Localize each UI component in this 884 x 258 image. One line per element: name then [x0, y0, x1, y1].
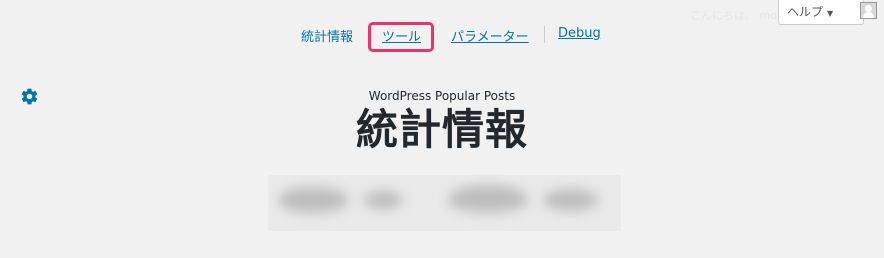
- help-button[interactable]: ヘルプ ▼: [778, 0, 864, 25]
- plugin-name: WordPress Popular Posts: [368, 89, 516, 103]
- blur-blob: [543, 189, 598, 211]
- help-label: ヘルプ: [787, 5, 824, 19]
- tab-debug[interactable]: Debug: [558, 26, 601, 41]
- blur-blob: [278, 187, 348, 213]
- blur-blob: [448, 185, 528, 213]
- tab-divider: [544, 26, 545, 43]
- blur-blob: [363, 191, 403, 209]
- tab-stats[interactable]: 統計情報: [301, 26, 353, 45]
- chevron-down-icon: ▼: [827, 9, 834, 18]
- page-title: 統計情報: [355, 105, 528, 154]
- highlight-annotation: [368, 22, 434, 52]
- blurred-content: [268, 175, 621, 231]
- tab-parameters[interactable]: パラメーター: [451, 26, 529, 45]
- tab-nav: 統計情報 ツール パラメーター Debug: [0, 26, 884, 46]
- avatar[interactable]: [860, 2, 877, 19]
